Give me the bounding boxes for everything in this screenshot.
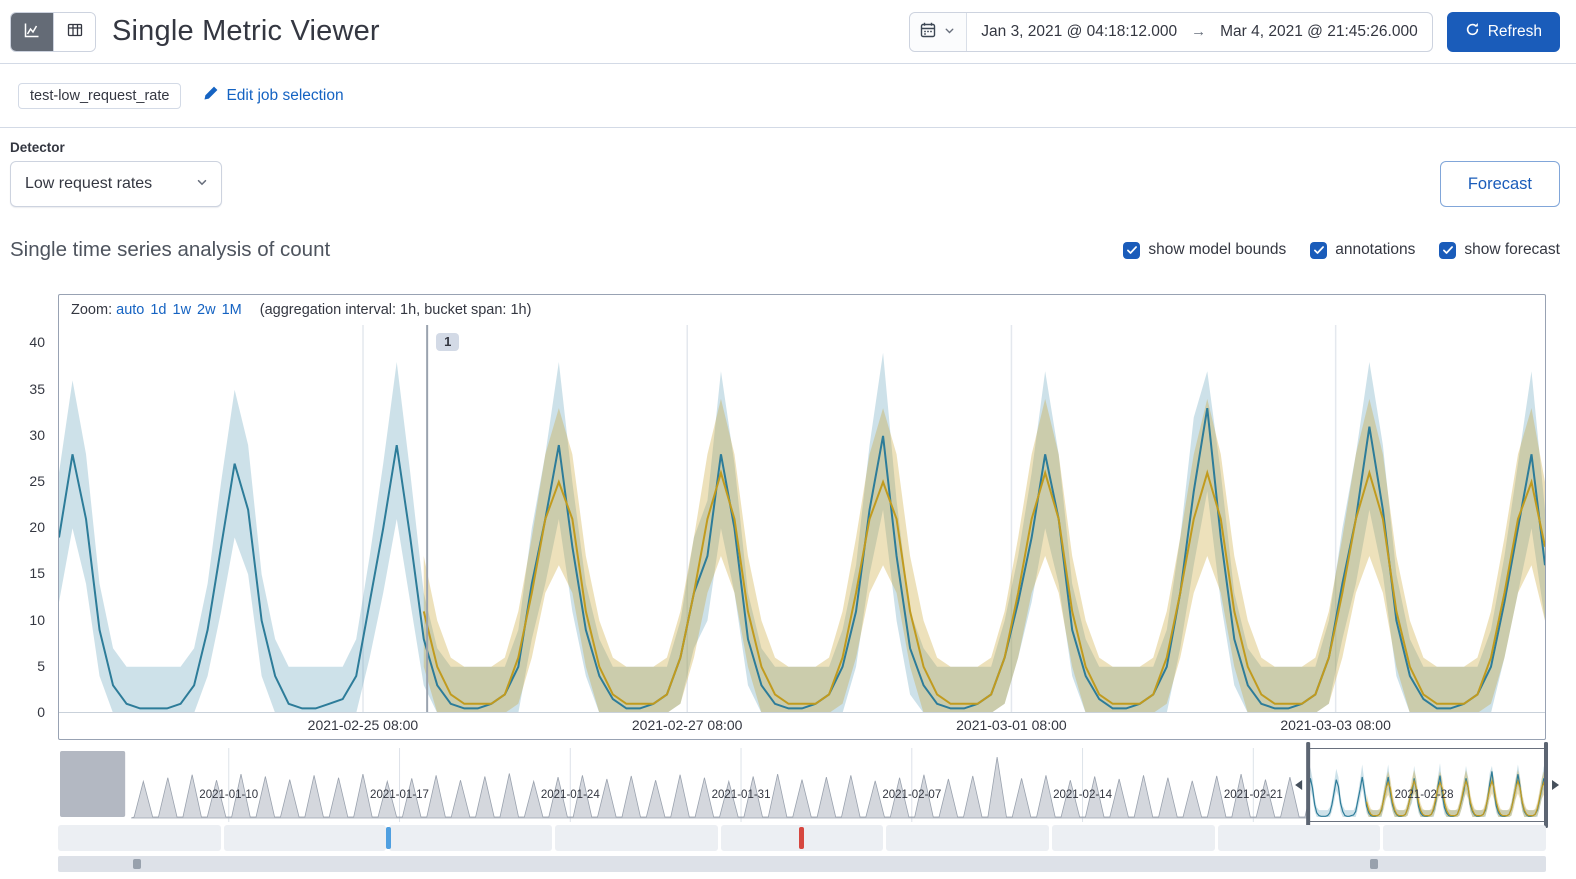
brush-left-arrow-icon[interactable]	[1295, 780, 1303, 790]
detector-select[interactable]: Low request rates	[10, 161, 222, 207]
annotation-cell	[1383, 825, 1547, 851]
detector-label: Detector	[10, 140, 65, 155]
detector-selected-value: Low request rates	[25, 175, 153, 192]
checked-checkbox-icon	[1310, 241, 1328, 259]
single-metric-viewer-page: Single Metric Viewer Jan 3, 2021 @ 04:18…	[0, 0, 1576, 879]
chevron-down-icon	[195, 175, 209, 194]
checkbox-show-model-bounds[interactable]: show model bounds	[1123, 241, 1286, 259]
annotation-cell	[389, 825, 553, 851]
line-chart-icon	[24, 22, 40, 41]
series-heading: Single time series analysis of count	[10, 238, 331, 261]
y-axis-label: 0	[37, 704, 45, 720]
context-axis-label: 2021-02-14	[1053, 789, 1113, 801]
start-date-button[interactable]: Jan 3, 2021 @ 04:18:12.000	[967, 23, 1191, 41]
y-axis-label: 40	[29, 334, 45, 351]
overall-swimlane[interactable]	[58, 856, 1546, 872]
checkbox-show-forecast[interactable]: show forecast	[1439, 241, 1560, 259]
edit-job-selection-label: Edit job selection	[226, 86, 344, 104]
end-date-button[interactable]: Mar 4, 2021 @ 21:45:26.000	[1206, 23, 1432, 41]
brush-left-handle[interactable]	[1306, 742, 1311, 828]
y-axis-label: 25	[29, 473, 45, 490]
checkbox-annotations[interactable]: annotations	[1310, 241, 1415, 259]
forecast-button[interactable]: Forecast	[1439, 161, 1560, 207]
refresh-button[interactable]: Refresh	[1446, 11, 1560, 52]
annotation-badge[interactable]: 1	[436, 333, 460, 351]
refresh-label: Refresh	[1487, 22, 1542, 40]
checkbox-label: show model bounds	[1148, 241, 1287, 258]
x-axis-label: 2021-02-27 08:00	[631, 717, 743, 733]
brush-right-arrow-icon[interactable]	[1552, 780, 1560, 790]
zoom-link-2w[interactable]: 2w	[197, 302, 216, 318]
pencil-icon	[203, 85, 219, 106]
job-selection-bar: test-low_request_rate Edit job selection	[0, 64, 1576, 128]
y-axis-label: 20	[29, 519, 45, 536]
context-axis-label: 2021-02-07	[882, 789, 941, 801]
zoom-bar: Zoom: auto 1d 1w 2w 1M (aggregation interval…	[59, 295, 1545, 325]
y-axis-label: 35	[29, 380, 45, 397]
chart-view-button[interactable]	[11, 12, 53, 51]
view-toggle-group	[10, 11, 96, 52]
chart-area: Zoom: auto 1d 1w 2w 1M (aggregation interval…	[29, 294, 1560, 872]
calendar-icon	[920, 22, 936, 41]
context-axis-label: 2021-01-17	[370, 789, 429, 801]
y-axis: 0 5 10 15 20 25 30 35 40	[5, 325, 49, 720]
zoom-link-1M[interactable]: 1M	[222, 302, 242, 318]
brush-right-handle[interactable]	[1543, 742, 1549, 828]
zoom-prefix: Zoom:	[71, 302, 113, 318]
aggregation-info: (aggregation interval: 1h, bucket span: …	[259, 302, 532, 318]
y-axis-label: 10	[29, 611, 45, 628]
edit-job-selection-link[interactable]: Edit job selection	[197, 84, 349, 107]
annotation-cell	[1052, 825, 1215, 851]
context-chart[interactable]: 2021-01-10 2021-01-17 2021-01-24 2021-01-31…	[58, 742, 1560, 828]
page-title: Single Metric Viewer	[112, 15, 380, 47]
annotation-cell	[555, 825, 718, 851]
y-axis-label: 15	[29, 565, 45, 582]
annotations-track	[58, 825, 1547, 851]
context-axis-label: 2021-02-28	[1395, 789, 1454, 801]
annotation-cell	[886, 825, 1050, 851]
annotation-cell	[58, 825, 221, 851]
zoom-link-auto[interactable]: auto	[116, 302, 144, 318]
annotation-cell	[1217, 825, 1381, 851]
detector-section: Detector Low request rates Forecast	[0, 128, 1576, 207]
series-header: Single time series analysis of count sho…	[0, 237, 1576, 263]
context-axis-label: 2021-01-31	[712, 789, 771, 801]
zoom-link-1w[interactable]: 1w	[173, 302, 192, 318]
y-axis-label: 30	[29, 426, 45, 443]
x-axis-label: 2021-03-01 08:00	[956, 717, 1067, 733]
table-view-button[interactable]	[53, 12, 95, 51]
chevron-down-icon	[943, 24, 956, 40]
job-badge: test-low_request_rate	[18, 82, 182, 109]
x-axis: 2021-02-25 08:00 2021-02-27 08:00 2021-03-…	[59, 713, 1545, 739]
swimlane-marker[interactable]	[132, 859, 141, 869]
annotation-cell	[223, 825, 387, 851]
date-range-arrow-icon: →	[1191, 23, 1207, 40]
checked-checkbox-icon	[1439, 241, 1457, 259]
annotation-marker-red[interactable]	[799, 827, 805, 849]
page-header: Single Metric Viewer Jan 3, 2021 @ 04:18…	[0, 0, 1576, 64]
checked-checkbox-icon	[1123, 241, 1141, 259]
refresh-icon	[1465, 22, 1480, 42]
context-axis-label: 2021-01-10	[199, 789, 258, 801]
annotation-marker-blue[interactable]	[385, 827, 391, 849]
checkbox-label: annotations	[1335, 241, 1416, 258]
main-chart-plot[interactable]: 0 5 10 15 20 25 30 35 40 1	[29, 325, 1545, 720]
quick-select-button[interactable]	[910, 12, 968, 51]
swimlane-marker[interactable]	[1369, 859, 1378, 869]
forecast-bounds-band	[423, 398, 1545, 713]
context-no-data-block	[60, 751, 126, 817]
main-chart-container: Zoom: auto 1d 1w 2w 1M (aggregation interval…	[29, 294, 1546, 740]
zoom-links: auto 1d 1w 2w 1M	[116, 302, 248, 318]
chart-options: show model bounds annotations show forec…	[1123, 241, 1560, 259]
context-axis-label: 2021-01-24	[541, 789, 601, 801]
table-icon	[67, 22, 83, 41]
date-range-picker: Jan 3, 2021 @ 04:18:12.000 → Mar 4, 2021…	[909, 11, 1433, 52]
main-chart-svg[interactable]	[59, 325, 1545, 713]
checkbox-label: show forecast	[1464, 241, 1560, 258]
y-axis-label: 5	[37, 657, 45, 674]
x-axis-label: 2021-02-25 08:00	[307, 717, 419, 733]
x-axis-label: 2021-03-03 08:00	[1280, 717, 1391, 733]
context-axis-label: 2021-02-21	[1224, 789, 1283, 801]
zoom-link-1d[interactable]: 1d	[150, 302, 166, 318]
